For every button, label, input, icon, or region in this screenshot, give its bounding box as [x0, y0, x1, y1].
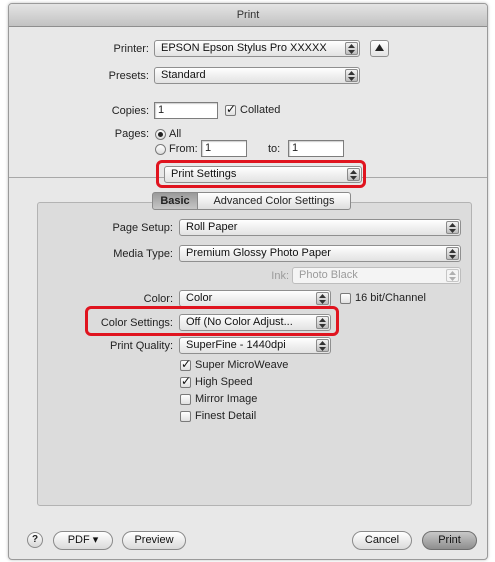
media-type-label: Media Type: [113, 248, 173, 260]
pages-from-radio[interactable] [155, 144, 166, 155]
cancel-button[interactable]: Cancel [352, 531, 412, 550]
color-label: Color: [143, 293, 173, 305]
ink-value: Photo Black [299, 269, 358, 281]
window-title: Print [9, 4, 487, 27]
print-quality-label: Print Quality: [110, 340, 173, 352]
presets-label: Presets: [108, 70, 149, 82]
tab-basic[interactable]: Basic [152, 192, 198, 210]
copies-field[interactable]: 1 [154, 102, 218, 119]
pages-to-field[interactable]: 1 [288, 140, 344, 157]
print-quality-value: SuperFine - 1440dpi [186, 339, 286, 351]
printer-popup[interactable]: EPSON Epson Stylus Pro XXXXX [154, 40, 360, 57]
print-button[interactable]: Print [422, 531, 477, 550]
bit16-label: 16 bit/Channel [355, 292, 426, 304]
finest-detail-checkbox[interactable] [180, 411, 191, 422]
page-setup-popup[interactable]: Roll Paper [179, 219, 461, 236]
bit16-checkbox[interactable] [340, 293, 351, 304]
pages-from-label: From: [169, 143, 198, 155]
help-button[interactable]: ? [27, 532, 43, 548]
triangle-up-icon [375, 44, 384, 51]
color-settings-value: Off (No Color Adjust... [186, 316, 293, 328]
pages-all-label: All [169, 128, 182, 140]
printer-value: EPSON Epson Stylus Pro XXXXX [161, 42, 327, 54]
popup-arrows-icon [345, 69, 358, 82]
popup-arrows-icon [446, 269, 459, 282]
finest-detail-label: Finest Detail [195, 410, 257, 422]
pdf-button[interactable]: PDF ▾ [53, 531, 113, 550]
presets-popup[interactable]: Standard [154, 67, 360, 84]
media-type-popup[interactable]: Premium Glossy Photo Paper [179, 245, 461, 262]
mirror-image-checkbox[interactable] [180, 394, 191, 405]
media-type-value: Premium Glossy Photo Paper [186, 247, 331, 259]
pages-to-label: to: [268, 143, 281, 155]
preview-button[interactable]: Preview [122, 531, 186, 550]
color-popup[interactable]: Color [179, 290, 331, 307]
super-microweave-label: Super MicroWeave [195, 359, 289, 371]
popup-arrows-icon [446, 247, 459, 260]
presets-value: Standard [161, 69, 206, 81]
pages-all-radio[interactable] [155, 129, 166, 140]
color-value: Color [186, 292, 213, 304]
copies-label: Copies: [111, 105, 149, 117]
page-setup-label: Page Setup: [112, 222, 173, 234]
color-settings-label: Color Settings: [100, 317, 173, 329]
print-dialog: Print Printer: EPSON Epson Stylus Pro XX… [8, 3, 488, 560]
popup-arrows-icon [347, 168, 360, 181]
popup-arrows-icon [316, 316, 329, 329]
pages-from-field[interactable]: 1 [201, 140, 247, 157]
collated-label: Collated [240, 104, 281, 116]
ink-popup[interactable]: Photo Black [292, 267, 461, 284]
mirror-image-label: Mirror Image [195, 393, 258, 405]
tab-advanced-color-settings[interactable]: Advanced Color Settings [197, 192, 351, 210]
printer-disclosure-button[interactable] [370, 40, 389, 57]
ink-label: Ink: [271, 270, 289, 282]
section-value: Print Settings [171, 168, 237, 180]
high-speed-label: High Speed [195, 376, 253, 388]
print-quality-popup[interactable]: SuperFine - 1440dpi [179, 337, 331, 354]
section-popup[interactable]: Print Settings [164, 166, 362, 183]
page-setup-value: Roll Paper [186, 221, 238, 233]
popup-arrows-icon [345, 42, 358, 55]
collated-checkbox[interactable] [225, 102, 236, 116]
popup-arrows-icon [316, 339, 329, 352]
color-settings-popup[interactable]: Off (No Color Adjust... [179, 314, 331, 331]
printer-label: Printer: [113, 43, 149, 55]
pages-label: Pages: [114, 128, 149, 140]
high-speed-checkbox[interactable] [180, 374, 191, 388]
super-microweave-checkbox[interactable] [180, 357, 191, 371]
popup-arrows-icon [316, 292, 329, 305]
popup-arrows-icon [446, 221, 459, 234]
